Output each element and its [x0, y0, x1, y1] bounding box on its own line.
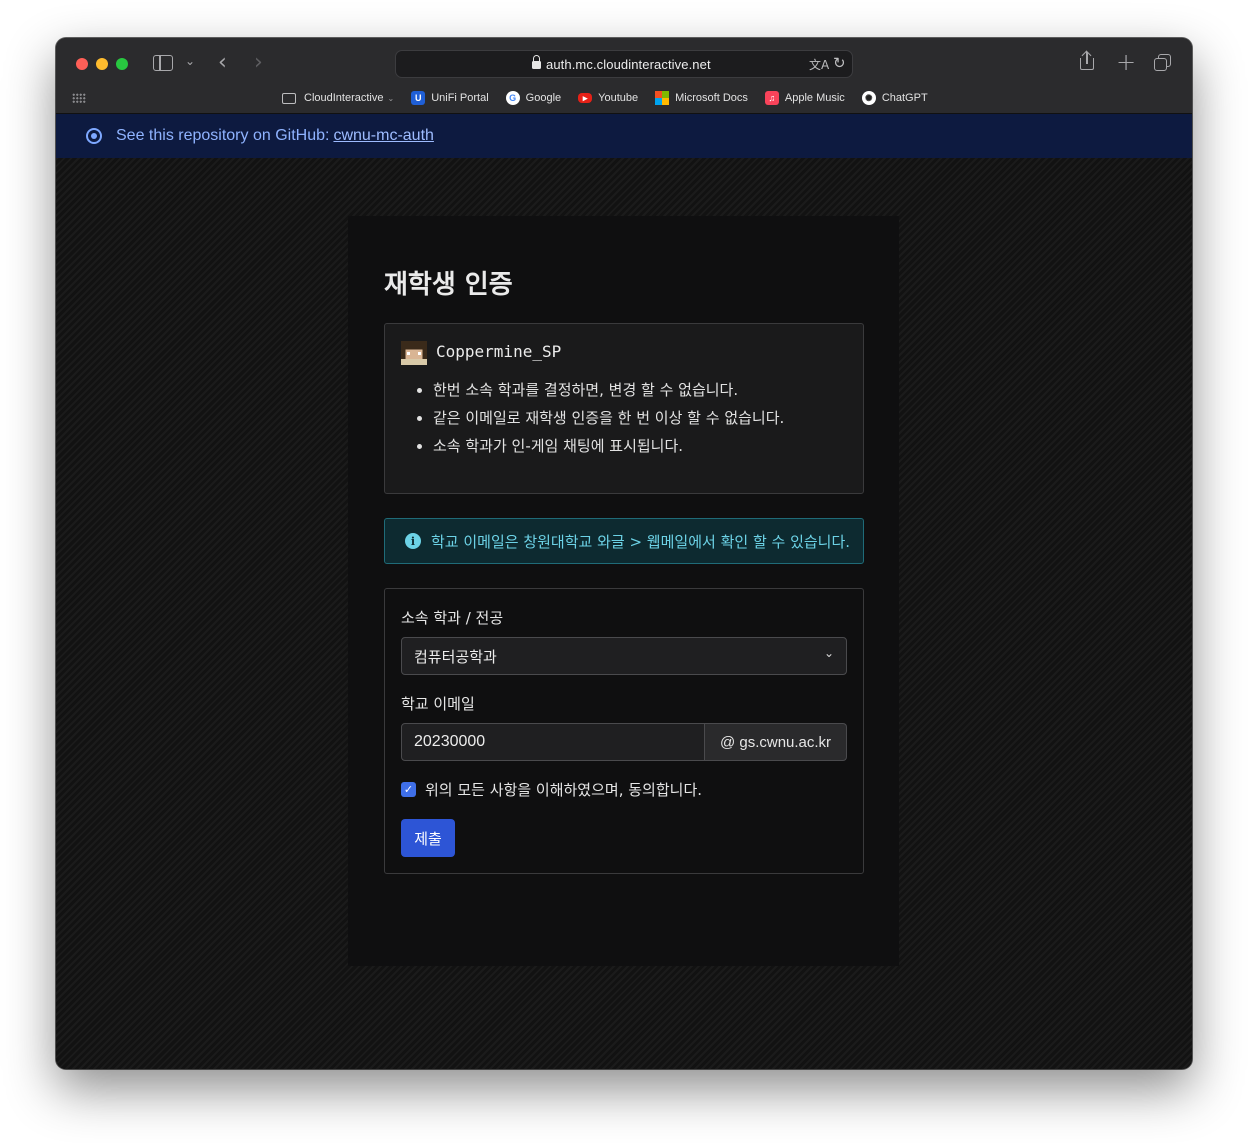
email-domain-suffix: @ gs.cwnu.ac.kr	[705, 723, 847, 761]
verification-form: 소속 학과 / 전공 컴퓨터공학과 ⌄ 학교 이메일 20230000 @ gs…	[384, 588, 864, 874]
bookmark-label: Youtube	[598, 92, 639, 104]
username: Coppermine_SP	[436, 342, 562, 361]
bookmark-apple-music[interactable]: ♫ Apple Music	[764, 91, 845, 105]
translate-icon[interactable]: 文A	[809, 56, 829, 73]
bookmark-youtube[interactable]: ▸ Youtube	[578, 92, 638, 104]
info-alert: i 학교 이메일은 창원대학교 와글 > 웹메일에서 확인 할 수 있습니다.	[384, 518, 864, 564]
address-bar[interactable]: auth.mc.cloudinteractive.net 文A ↻	[395, 50, 853, 78]
apple-music-icon: ♫	[764, 91, 779, 105]
department-select[interactable]: 컴퓨터공학과 ⌄	[401, 637, 847, 675]
bookmark-google[interactable]: G Google	[505, 91, 562, 105]
email-input-group: 20230000 @ gs.cwnu.ac.kr	[401, 723, 847, 761]
rules-list: 한번 소속 학과를 결정하면, 변경 할 수 없습니다. 같은 이메일로 재학생…	[433, 380, 784, 464]
bookmark-cloudinteractive[interactable]: CloudInteractive ⌄	[282, 92, 394, 104]
unifi-icon: U	[411, 91, 426, 105]
tab-overview-icon[interactable]	[1154, 54, 1172, 72]
chevron-down-icon: ⌄	[387, 93, 395, 103]
bookmark-label: Apple Music	[784, 92, 845, 104]
agree-checkbox[interactable]: ✓	[401, 782, 416, 797]
bookmark-label: ChatGPT	[881, 92, 928, 104]
url-text: auth.mc.cloudinteractive.net	[546, 57, 711, 72]
info-text: 학교 이메일은 창원대학교 와글 > 웹메일에서 확인 할 수 있습니다.	[431, 532, 851, 551]
folder-icon	[282, 92, 296, 104]
new-tab-icon[interactable]: +	[1116, 48, 1136, 76]
avatar	[401, 341, 427, 365]
email-field-value: 20230000	[414, 733, 486, 750]
submit-button[interactable]: 제출	[401, 819, 455, 857]
lock-icon	[532, 55, 541, 69]
bookmark-unifi-portal[interactable]: U UniFi Portal	[411, 91, 489, 105]
bookmarks-bar: CloudInteractive ⌄ U UniFi Portal G Goog…	[282, 89, 945, 107]
github-banner: See this repository on GitHub: cwnu-mc-a…	[56, 114, 1192, 158]
chatgpt-icon: ✺	[861, 91, 876, 105]
bookmark-label: CloudInteractive	[304, 92, 384, 104]
minimize-window-button[interactable]	[96, 58, 108, 70]
bookmark-microsoft-docs[interactable]: Microsoft Docs	[655, 91, 748, 105]
youtube-icon: ▸	[578, 93, 593, 103]
email-field[interactable]: 20230000	[401, 723, 705, 761]
page-title: 재학생 인증	[384, 270, 513, 300]
agree-label: 위의 모든 사항을 이해하였으며, 동의합니다.	[425, 781, 703, 799]
bookmark-label: Google	[525, 92, 562, 104]
microsoft-icon	[655, 91, 670, 105]
email-label: 학교 이메일	[401, 695, 475, 713]
grid-icon[interactable]	[72, 93, 86, 103]
agree-row: ✓ 위의 모든 사항을 이해하였으며, 동의합니다.	[401, 779, 702, 800]
share-icon[interactable]	[1080, 52, 1094, 70]
forward-arrow-icon[interactable]: ›	[254, 50, 263, 75]
department-select-value: 컴퓨터공학과	[414, 647, 497, 666]
zoom-window-button[interactable]	[116, 58, 128, 70]
notice-box: Coppermine_SP 한번 소속 학과를 결정하면, 변경 할 수 없습니…	[384, 323, 864, 494]
bookmark-label: UniFi Portal	[431, 92, 489, 104]
page-background: 재학생 인증 Coppermine_SP 한번 소속 학과를 결정하면, 변경 …	[56, 158, 1192, 1069]
browser-window: ⌄ ‹ › auth.mc.cloudinteractive.net 文A ↻ …	[56, 38, 1192, 1069]
github-icon	[86, 128, 102, 144]
chevron-down-icon[interactable]: ⌄	[185, 54, 195, 68]
browser-toolbar: ⌄ ‹ › auth.mc.cloudinteractive.net 文A ↻ …	[56, 38, 1192, 114]
rule-item: 같은 이메일로 재학생 인증을 한 번 이상 할 수 없습니다.	[433, 408, 784, 428]
rule-item: 소속 학과가 인-게임 채팅에 표시됩니다.	[433, 436, 784, 456]
auth-card: 재학생 인증 Coppermine_SP 한번 소속 학과를 결정하면, 변경 …	[348, 216, 899, 966]
reload-icon[interactable]: ↻	[833, 54, 846, 72]
github-repo-link[interactable]: cwnu-mc-auth	[333, 127, 433, 145]
department-label: 소속 학과 / 전공	[401, 609, 504, 627]
info-icon: i	[405, 533, 421, 549]
bookmark-label: Microsoft Docs	[675, 92, 748, 104]
sidebar-toggle-icon[interactable]	[153, 55, 173, 71]
github-banner-text: See this repository on GitHub:	[116, 127, 330, 144]
close-window-button[interactable]	[76, 58, 88, 70]
bookmark-chatgpt[interactable]: ✺ ChatGPT	[861, 91, 928, 105]
chevron-down-icon: ⌄	[823, 646, 834, 660]
rule-item: 한번 소속 학과를 결정하면, 변경 할 수 없습니다.	[433, 380, 784, 400]
google-icon: G	[505, 91, 520, 105]
back-arrow-icon[interactable]: ‹	[218, 50, 227, 75]
